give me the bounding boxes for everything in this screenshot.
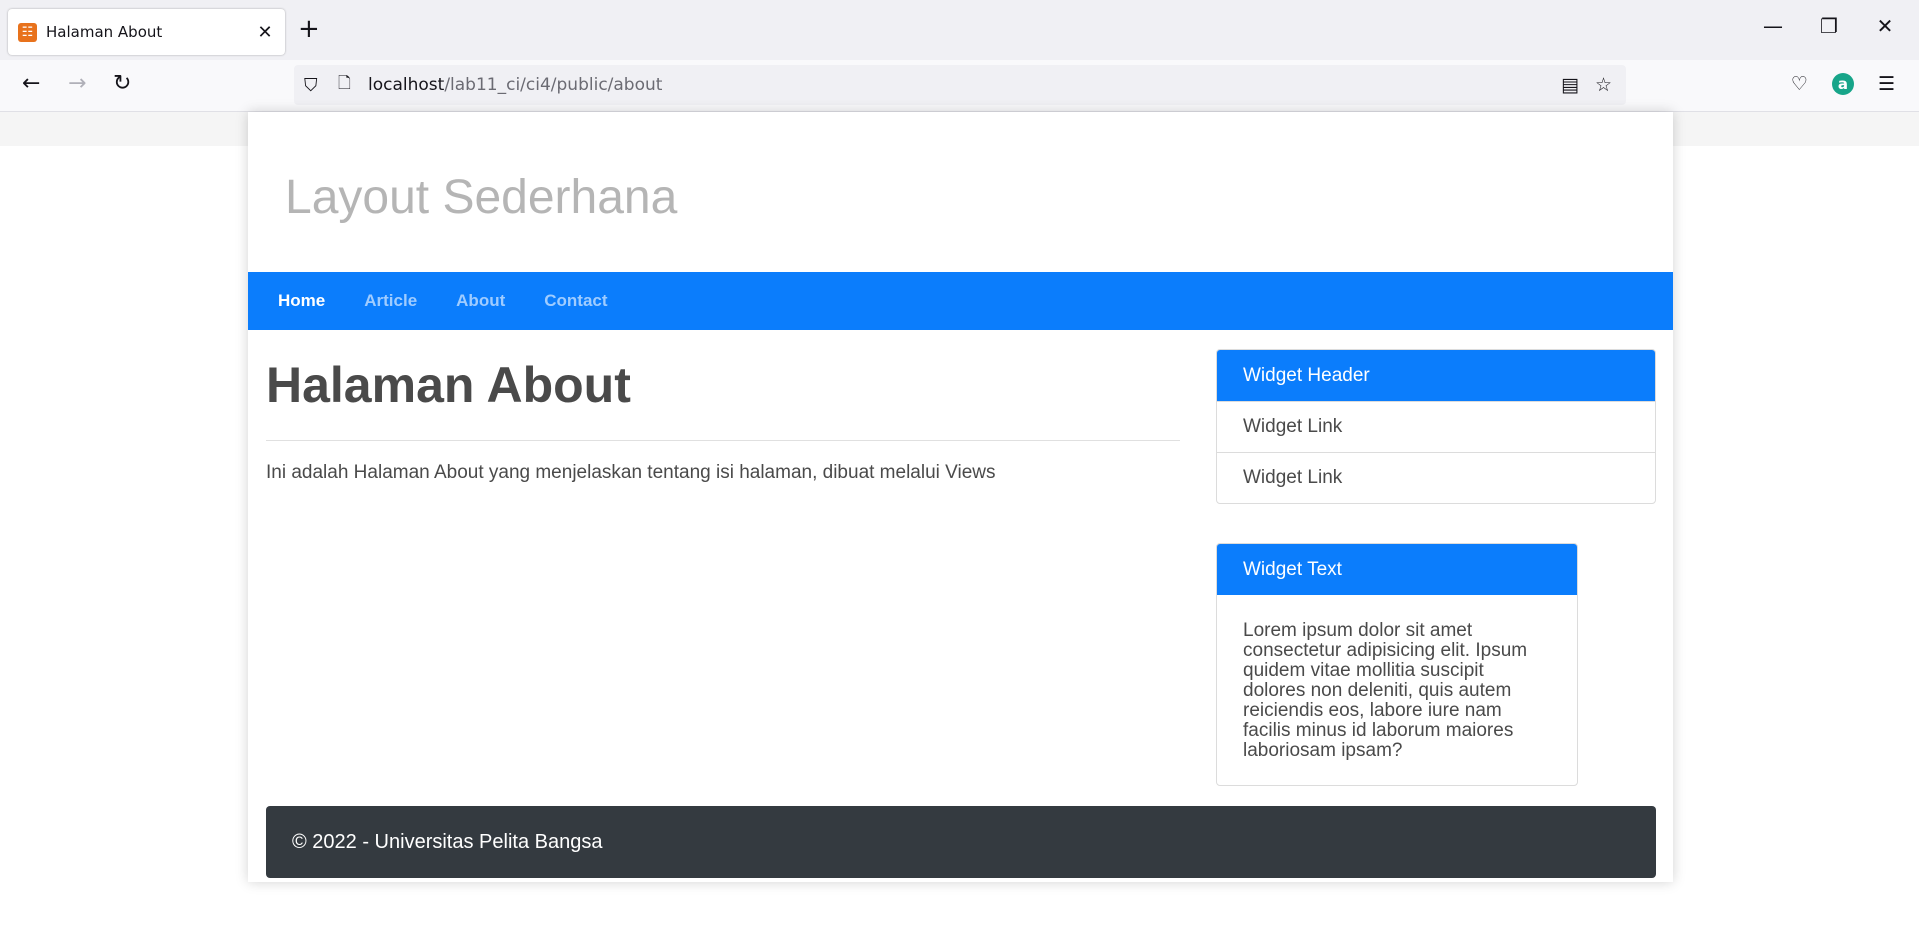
browser-tab-bar: ☷ Halaman About ✕ + — ❐ ✕ [0, 0, 1919, 60]
minimize-button[interactable]: — [1750, 14, 1796, 38]
extension-icon[interactable]: a [1831, 73, 1854, 95]
browser-tab[interactable]: ☷ Halaman About ✕ [8, 9, 285, 55]
widget-text-body: Lorem ipsum dolor sit amet consectetur a… [1243, 620, 1528, 761]
bookmark-star-icon[interactable]: ☆ [1595, 74, 1612, 96]
tab-title: Halaman About [46, 23, 163, 41]
widget-text-header: Widget Text [1217, 544, 1577, 595]
shield-icon[interactable]: ⛉ [304, 75, 326, 96]
browser-toolbar: ← → ↻ ⛉ 🗋 localhost/lab11_ci/ci4/public/… [0, 60, 1919, 112]
tab-close-icon[interactable]: ✕ [255, 22, 275, 43]
url-path: /lab11_ci/ci4/public/about [444, 75, 663, 95]
xampp-favicon-icon: ☷ [18, 22, 37, 42]
widget-links: Widget Header Widget Link Widget Link [1216, 349, 1656, 504]
nav-about-link[interactable]: About [456, 291, 505, 311]
nav-contact-link[interactable]: Contact [544, 291, 607, 311]
site-nav: Home Article About Contact [248, 272, 1673, 330]
site-header: Layout Sederhana [248, 112, 1673, 272]
url-host: localhost [368, 75, 445, 95]
forward-button[interactable]: → [68, 73, 86, 95]
nav-home-link[interactable]: Home [278, 291, 325, 311]
widget-text: Widget Text Lorem ipsum dolor sit amet c… [1216, 543, 1578, 786]
divider [266, 440, 1180, 441]
address-bar[interactable]: ⛉ 🗋 localhost/lab11_ci/ci4/public/about … [294, 65, 1626, 105]
page-text: Ini adalah Halaman About yang menjelaska… [266, 462, 996, 483]
new-tab-button[interactable]: + [298, 16, 320, 42]
site-title: Layout Sederhana [285, 170, 678, 224]
reader-view-icon[interactable]: ▤ [1561, 74, 1579, 96]
widget-link[interactable]: Widget Link [1217, 452, 1655, 503]
nav-article-link[interactable]: Article [364, 291, 417, 311]
site-footer: © 2022 - Universitas Pelita Bangsa [266, 806, 1656, 878]
widget-link[interactable]: Widget Link [1217, 401, 1655, 452]
widget-header: Widget Header [1217, 350, 1655, 401]
main-content: Halaman About Ini adalah Halaman About y… [266, 330, 1180, 484]
page-heading: Halaman About [266, 357, 631, 413]
restore-button[interactable]: ❐ [1806, 14, 1852, 38]
page-viewport: Layout Sederhana Home Article About Cont… [0, 112, 1919, 948]
close-window-button[interactable]: ✕ [1862, 14, 1908, 38]
reload-button[interactable]: ↻ [113, 73, 131, 95]
page-icon[interactable]: 🗋 [338, 72, 358, 99]
pocket-icon[interactable]: ♡ [1791, 73, 1808, 95]
page-container: Layout Sederhana Home Article About Cont… [248, 112, 1673, 882]
url-text[interactable]: localhost/lab11_ci/ci4/public/about [368, 75, 662, 95]
back-button[interactable]: ← [22, 73, 40, 95]
menu-icon[interactable]: ☰ [1878, 73, 1895, 95]
